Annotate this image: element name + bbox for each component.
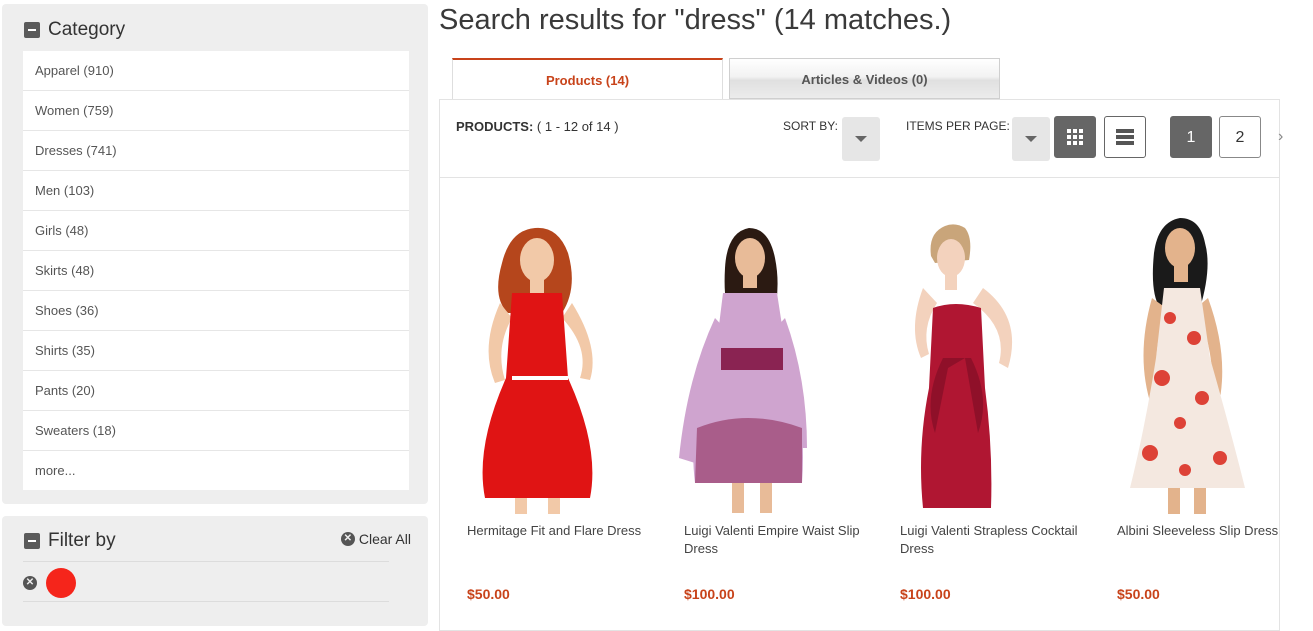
category-item[interactable]: Apparel (910) — [23, 51, 409, 91]
product-image[interactable] — [657, 208, 867, 514]
divider — [23, 601, 389, 602]
grid-view-button[interactable] — [1054, 116, 1096, 158]
filter-header[interactable]: Filter by — [24, 530, 116, 552]
category-panel: Category Apparel (910) Women (759) Dress… — [2, 4, 428, 504]
results-panel: PRODUCTS: ( 1 - 12 of 14 ) SORT BY: ITEM… — [439, 99, 1283, 631]
close-icon: ✕ — [340, 532, 355, 546]
product-range: ( 1 - 12 of 14 ) — [536, 119, 619, 134]
items-per-page-dropdown[interactable] — [1012, 117, 1050, 161]
category-item[interactable]: Sweaters (18) — [23, 411, 409, 451]
category-list: Apparel (910) Women (759) Dresses (741) … — [23, 51, 409, 490]
collapse-icon[interactable] — [24, 533, 40, 549]
tab-articles-videos[interactable]: Articles & Videos (0) — [729, 58, 1000, 99]
clear-all-label: Clear All — [358, 531, 411, 547]
list-icon — [1116, 129, 1134, 145]
product-price: $100.00 — [684, 586, 735, 602]
category-item[interactable]: Skirts (48) — [23, 251, 409, 291]
page-button-2[interactable]: 2 — [1219, 116, 1261, 158]
active-filter-color: ✕ — [23, 568, 76, 598]
product-price: $50.00 — [1117, 586, 1160, 602]
category-item[interactable]: Shirts (35) — [23, 331, 409, 371]
category-title: Category — [48, 19, 126, 40]
next-page-icon[interactable]: › — [1278, 128, 1283, 146]
page-title: Search results for "dress" (14 matches.) — [439, 4, 952, 36]
product-image[interactable] — [1090, 208, 1300, 514]
sort-by-label: SORT BY: — [783, 119, 838, 133]
product-image[interactable] — [873, 208, 1083, 514]
category-item[interactable]: Dresses (741) — [23, 131, 409, 171]
filter-title: Filter by — [48, 530, 116, 551]
items-per-page-label: ITEMS PER PAGE: — [906, 119, 1010, 133]
product-count: PRODUCTS: ( 1 - 12 of 14 ) — [456, 119, 619, 134]
tab-products[interactable]: Products (14) — [452, 58, 723, 99]
sort-by-dropdown[interactable] — [842, 117, 880, 161]
page-button-1[interactable]: 1 — [1170, 116, 1212, 158]
category-header[interactable]: Category — [24, 19, 125, 41]
product-price: $100.00 — [900, 586, 951, 602]
category-item[interactable]: Pants (20) — [23, 371, 409, 411]
product-image[interactable] — [440, 208, 650, 514]
results-toolbar: PRODUCTS: ( 1 - 12 of 14 ) SORT BY: ITEM… — [440, 100, 1283, 178]
filter-panel: Filter by ✕ Clear All ✕ — [2, 516, 428, 626]
category-item[interactable]: Women (759) — [23, 91, 409, 131]
product-price: $50.00 — [467, 586, 510, 602]
category-item[interactable]: Men (103) — [23, 171, 409, 211]
grid-icon — [1067, 129, 1083, 145]
collapse-icon[interactable] — [24, 22, 40, 38]
product-name[interactable]: Albini Sleeveless Slip Dress — [1117, 522, 1297, 540]
clear-all-button[interactable]: ✕ Clear All — [340, 531, 411, 547]
remove-filter-icon[interactable]: ✕ — [23, 576, 37, 590]
list-view-button[interactable] — [1104, 116, 1146, 158]
product-name[interactable]: Luigi Valenti Strapless Cocktail Dress — [900, 522, 1080, 558]
more-link[interactable]: more... — [23, 451, 409, 490]
color-swatch[interactable] — [46, 568, 76, 598]
products-label: PRODUCTS: — [456, 119, 534, 134]
divider — [23, 561, 389, 562]
product-name[interactable]: Hermitage Fit and Flare Dress — [467, 522, 647, 540]
product-name[interactable]: Luigi Valenti Empire Waist Slip Dress — [684, 522, 864, 558]
category-item[interactable]: Girls (48) — [23, 211, 409, 251]
category-item[interactable]: Shoes (36) — [23, 291, 409, 331]
